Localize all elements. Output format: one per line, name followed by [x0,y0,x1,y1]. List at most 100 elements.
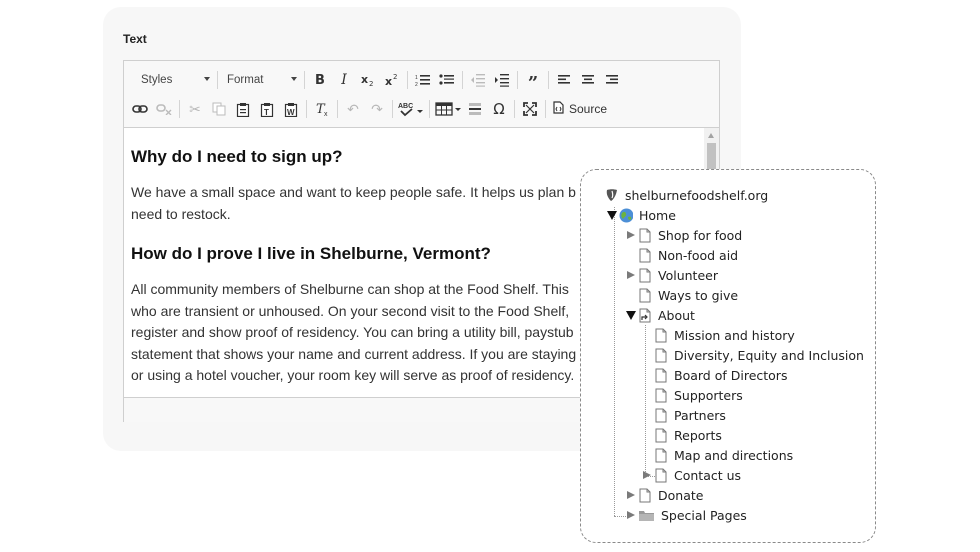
tree-node[interactable]: Special Pages [626,505,747,525]
unlink-icon [156,104,172,115]
unlink-button[interactable] [152,97,176,121]
tree-node[interactable]: Volunteer [626,265,718,285]
copy-button[interactable] [207,97,231,121]
toolbar-separator [407,71,408,89]
page-icon [638,267,652,283]
undo-button[interactable]: ↶ [341,97,365,121]
toolbar-separator [517,71,518,89]
styles-dropdown[interactable]: Styles [128,68,214,92]
tree-node[interactable]: Shop for food [626,225,742,245]
table-button[interactable] [433,97,463,121]
tree-node[interactable]: Partners [642,405,726,425]
toolbar-separator [337,100,338,118]
tree-label: Ways to give [658,287,739,303]
page-icon [654,427,668,443]
align-left-button[interactable] [552,68,576,92]
italic-button[interactable]: I [332,68,356,92]
tree-root[interactable]: shelburnefoodshelf.org [605,185,768,205]
tree-node[interactable]: Mission and history [642,325,795,345]
tree-node-home[interactable]: Home [607,205,676,225]
blockquote-button[interactable]: ” [521,68,545,94]
source-button[interactable]: Source [549,97,611,121]
align-center-button[interactable] [576,68,600,92]
tree-label: Special Pages [661,507,747,523]
tree-node[interactable]: Donate [626,485,703,505]
tree-label: Map and directions [674,447,794,463]
tree-node-about[interactable]: About [626,305,695,325]
page-icon [638,247,652,263]
indent-icon [495,74,509,87]
page-icon [654,467,668,483]
link-button[interactable] [128,97,152,121]
align-right-button[interactable] [600,68,624,92]
toolbar-separator [179,100,180,118]
subscript-button[interactable]: x2 [356,68,380,92]
page-tree-popup: shelburnefoodshelf.org Home Shop for foo… [580,169,876,543]
tree-label: Shop for food [658,227,743,243]
page-icon [654,387,668,403]
cut-button[interactable]: ✂ [183,97,207,121]
chevron-down-icon [204,77,210,81]
paste-text-icon: T [260,102,274,117]
toolbar-separator [392,100,393,118]
numbered-list-button[interactable]: 12 [411,68,435,92]
tree-label: Reports [674,427,722,443]
tree-node[interactable]: Reports [642,425,722,445]
horizontal-rule-button[interactable] [463,97,487,121]
toolbar-separator [217,71,218,89]
indent-button[interactable] [490,68,514,92]
outdent-button[interactable] [466,68,490,92]
collapsed-toggle-icon[interactable] [642,465,652,485]
toolbar-separator [548,71,549,89]
bold-button[interactable]: B [308,68,332,92]
tree-node[interactable]: Ways to give [626,285,738,305]
outdent-icon [471,74,485,87]
page-icon [654,407,668,423]
svg-text:2: 2 [369,80,373,87]
tree-connector [614,516,626,517]
toolbar-separator [429,100,430,118]
paste-word-icon: W [284,102,298,117]
spellcheck-button[interactable]: ABC [396,97,426,121]
redo-button[interactable]: ↷ [365,97,389,121]
content-paragraph-line: who are transient or unhoused. On your s… [131,302,570,319]
paste-from-word-button[interactable]: W [279,97,303,121]
copy-icon [212,102,226,116]
expanded-toggle-icon[interactable] [607,205,617,225]
tree-node[interactable]: Non-food aid [626,245,738,265]
tree-node[interactable]: Supporters [642,385,743,405]
scroll-up-icon[interactable] [708,133,714,138]
paste-icon [236,102,250,117]
page-icon [654,447,668,463]
tree-node[interactable]: Diversity, Equity and Inclusion [642,345,864,365]
content-paragraph-line: All community members of Shelburne can s… [131,281,569,297]
collapsed-toggle-icon[interactable] [626,265,636,285]
tree-node[interactable]: Map and directions [642,445,793,465]
superscript-button[interactable]: x2 [380,68,404,92]
format-dropdown[interactable]: Format [221,68,301,92]
collapsed-toggle-icon[interactable] [626,225,636,245]
tree-node[interactable]: Board of Directors [642,365,787,385]
page-icon [638,287,652,303]
tree-label: Board of Directors [674,367,788,383]
horizontal-rule-icon [469,103,481,115]
expanded-toggle-icon[interactable] [626,305,636,325]
bulleted-list-button[interactable] [435,68,459,92]
tree-root-label: shelburnefoodshelf.org [625,187,769,203]
paste-button[interactable] [231,97,255,121]
collapsed-toggle-icon[interactable] [626,485,636,505]
tree-node[interactable]: Contact us [642,465,741,485]
collapsed-toggle-icon[interactable] [626,505,636,525]
content-paragraph-line: statement that shows your name and curre… [131,345,577,362]
chevron-down-icon [291,77,297,81]
typo3-logo-icon [605,187,619,203]
toolbar-separator [514,100,515,118]
tree-label: Contact us [674,467,742,483]
paste-text-button[interactable]: T [255,97,279,121]
special-char-button[interactable]: Ω [487,97,511,121]
align-left-icon [558,75,570,84]
content-heading: How do I prove I live in Shelburne, Verm… [131,244,491,263]
remove-format-button[interactable]: Tx [310,97,334,121]
maximize-button[interactable] [518,97,542,121]
subscript-icon: x2 [361,73,373,87]
